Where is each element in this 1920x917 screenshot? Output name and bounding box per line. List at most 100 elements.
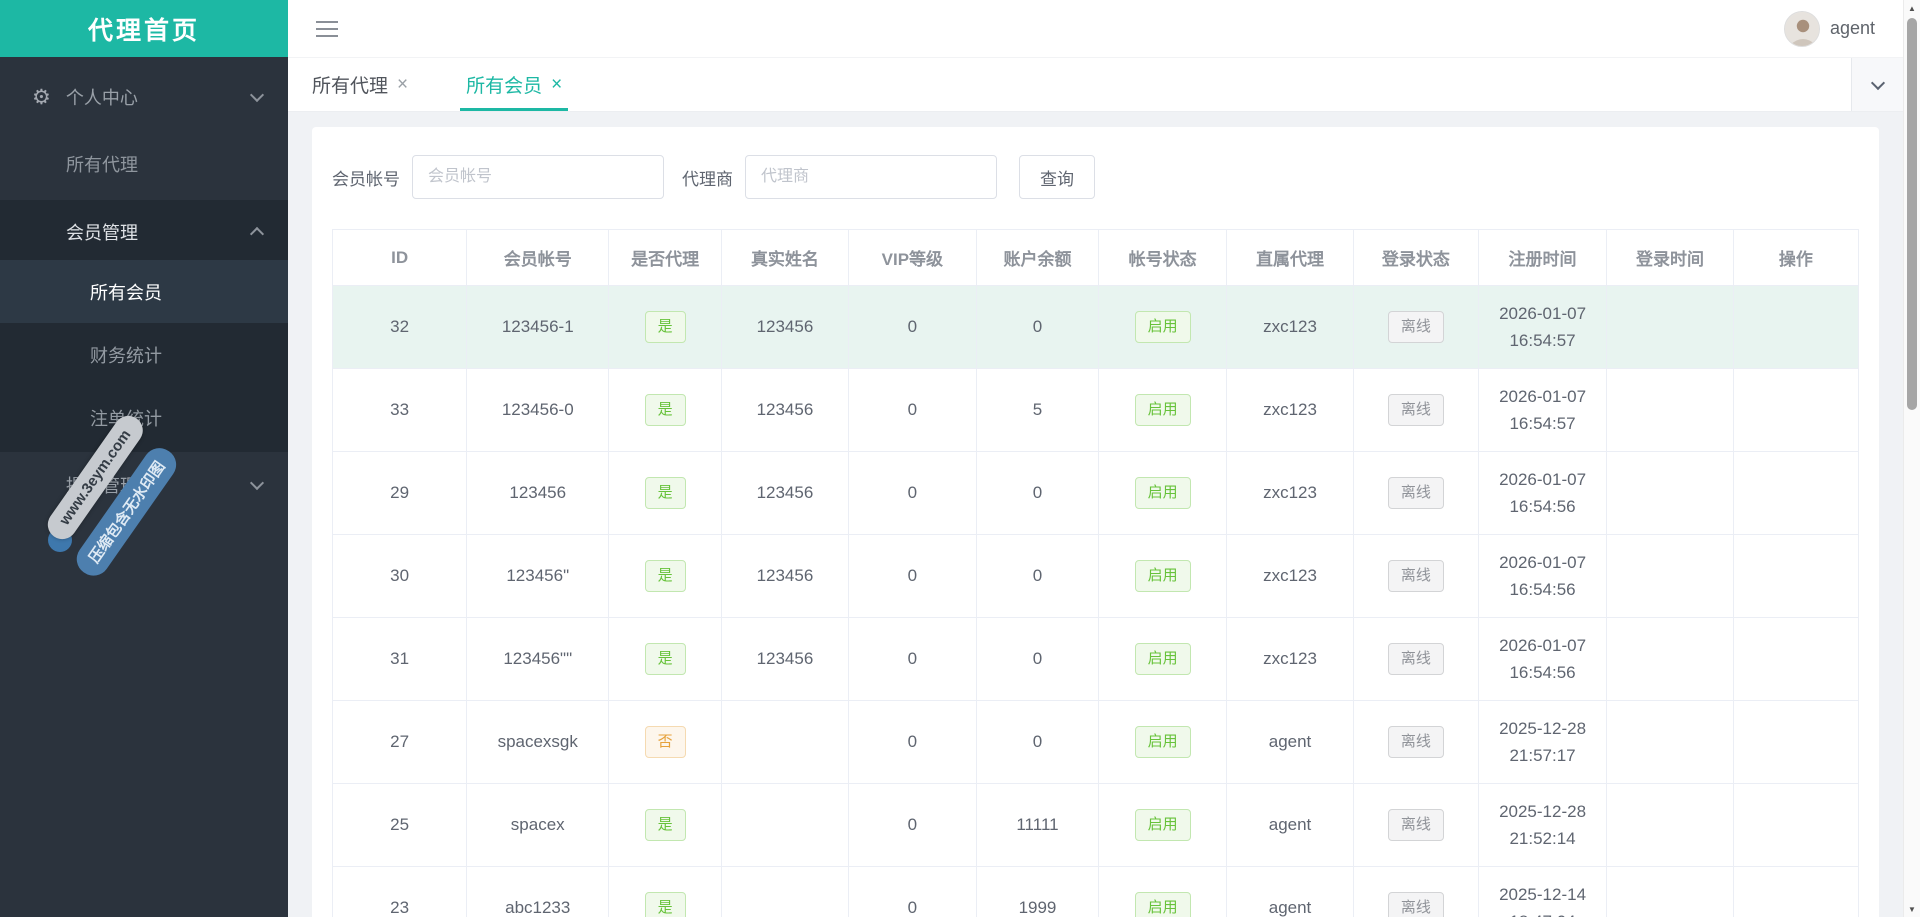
sidebar-item-personal-center[interactable]: ⚙ 个人中心: [0, 69, 288, 125]
cell-register-time: 2026-01-07 16:54:56: [1478, 618, 1606, 701]
table-row[interactable]: 27 spacexsgk 否 0 0 启用 agent 离线 2025-12-2…: [333, 701, 1859, 784]
cell-real-name: 123456: [722, 369, 849, 452]
filter-bar: 会员帐号 代理商 查询: [332, 155, 1859, 199]
column-header: 直属代理: [1227, 230, 1354, 286]
cell-member-account: 123456: [467, 452, 609, 535]
login-status-badge: 离线: [1388, 643, 1444, 676]
status-badge: 启用: [1135, 477, 1191, 510]
chevron-down-icon: [250, 88, 264, 102]
cell-id: 31: [333, 618, 467, 701]
table-row[interactable]: 31 123456"" 是 123456 0 0 启用 zxc123 离线 20…: [333, 618, 1859, 701]
cell-register-time: 2026-01-07 16:54:56: [1478, 452, 1606, 535]
sidebar-item-all-members[interactable]: 所有会员: [0, 260, 288, 323]
agent-input[interactable]: [745, 155, 997, 199]
cell-member-account: spacexsgk: [467, 701, 609, 784]
table-row[interactable]: 25 spacex 是 0 11111 启用 agent 离线 2025-12-…: [333, 784, 1859, 867]
column-header: 真实姓名: [722, 230, 849, 286]
scrollbar-down-arrow[interactable]: ▼: [1904, 901, 1920, 917]
cell-operations: [1733, 535, 1858, 618]
cell-id: 29: [333, 452, 467, 535]
chevron-down-icon: [1870, 75, 1884, 89]
tab-label: 所有会员: [466, 71, 542, 98]
status-badge: 启用: [1135, 394, 1191, 427]
table-row[interactable]: 33 123456-0 是 123456 0 5 启用 zxc123 离线 20…: [333, 369, 1859, 452]
table-row[interactable]: 30 123456" 是 123456 0 0 启用 zxc123 离线 202…: [333, 535, 1859, 618]
cell-register-time: 2026-01-07 16:54:57: [1478, 369, 1606, 452]
gear-icon: ⚙: [32, 85, 51, 110]
sidebar-item-member-management[interactable]: 会员管理: [0, 204, 288, 260]
tab-all-agents[interactable]: 所有代理 ×: [306, 58, 414, 111]
cell-operations: [1733, 701, 1858, 784]
hamburger-menu-icon[interactable]: [316, 16, 338, 42]
cell-balance: 0: [976, 452, 1098, 535]
cell-id: 32: [333, 286, 467, 369]
content-area: 会员帐号 代理商 查询 ID会员帐号是否代理真实姓名VIP等级账户余额帐号状态直…: [288, 113, 1903, 917]
sidebar-item-bet-stats[interactable]: 注单统计: [0, 386, 288, 449]
cell-operations: [1733, 286, 1858, 369]
cell-real-name: [722, 867, 849, 917]
sidebar-item-label: 会员管理: [66, 219, 138, 245]
status-badge: 启用: [1135, 311, 1191, 344]
table-row[interactable]: 32 123456-1 是 123456 0 0 启用 zxc123 离线 20…: [333, 286, 1859, 369]
cell-operations: [1733, 452, 1858, 535]
cell-id: 27: [333, 701, 467, 784]
member-account-input[interactable]: [412, 155, 664, 199]
sidebar-item-finance-stats[interactable]: 财务统计: [0, 323, 288, 386]
column-header: 操作: [1733, 230, 1858, 286]
cell-member-account: abc1233: [467, 867, 609, 917]
cell-is-agent: 是: [609, 369, 722, 452]
cell-vip-level: 0: [848, 452, 976, 535]
cell-login-time: [1607, 452, 1734, 535]
scrollbar-thumb[interactable]: [1907, 18, 1917, 410]
username-label: agent: [1830, 18, 1875, 39]
status-badge: 启用: [1135, 643, 1191, 676]
cell-real-name: 123456: [722, 618, 849, 701]
cell-vip-level: 0: [848, 286, 976, 369]
column-header: 登录状态: [1353, 230, 1478, 286]
cell-is-agent: 是: [609, 535, 722, 618]
cell-real-name: [722, 784, 849, 867]
cell-account-status: 启用: [1099, 618, 1227, 701]
column-header: 账户余额: [976, 230, 1098, 286]
column-header: 是否代理: [609, 230, 722, 286]
cell-operations: [1733, 867, 1858, 917]
sidebar-item-label: 个人中心: [66, 84, 138, 110]
cell-vip-level: 0: [848, 369, 976, 452]
cell-login-status: 离线: [1353, 701, 1478, 784]
login-status-badge: 离线: [1388, 892, 1444, 917]
cell-operations: [1733, 369, 1858, 452]
close-icon[interactable]: ×: [551, 74, 562, 96]
cell-login-time: [1607, 784, 1734, 867]
cell-member-account: 123456"": [467, 618, 609, 701]
is-agent-badge: 是: [645, 311, 686, 344]
table-row[interactable]: 23 abc1233 是 0 1999 启用 agent 离线 2025-12-…: [333, 867, 1859, 917]
cell-member-account: spacex: [467, 784, 609, 867]
table-body: 32 123456-1 是 123456 0 0 启用 zxc123 离线 20…: [333, 286, 1859, 917]
cell-parent-agent: agent: [1227, 867, 1354, 917]
is-agent-badge: 是: [645, 643, 686, 676]
cell-login-status: 离线: [1353, 286, 1478, 369]
table-row[interactable]: 29 123456 是 123456 0 0 启用 zxc123 离线 2026…: [333, 452, 1859, 535]
cell-vip-level: 0: [848, 784, 976, 867]
sidebar-item-all-agents[interactable]: 所有代理: [0, 136, 288, 192]
cell-member-account: 123456": [467, 535, 609, 618]
chevron-up-icon: [250, 227, 264, 241]
cell-balance: 1999: [976, 867, 1098, 917]
close-icon[interactable]: ×: [397, 74, 408, 96]
cell-account-status: 启用: [1099, 867, 1227, 917]
cell-balance: 5: [976, 369, 1098, 452]
tab-all-members[interactable]: 所有会员 ×: [460, 58, 568, 111]
search-button[interactable]: 查询: [1019, 155, 1095, 199]
cell-member-account: 123456-1: [467, 286, 609, 369]
sidebar: 代理首页 ⚙ 个人中心 所有代理 会员管理 所有会员 财务统计 注单统计 提现管…: [0, 0, 288, 917]
cell-real-name: 123456: [722, 452, 849, 535]
cell-id: 30: [333, 535, 467, 618]
tab-bar: 所有代理 × 所有会员 ×: [288, 57, 1903, 112]
user-menu[interactable]: agent: [1784, 11, 1875, 47]
scrollbar-up-arrow[interactable]: ▲: [1904, 0, 1920, 16]
login-status-badge: 离线: [1388, 311, 1444, 344]
tab-actions-dropdown[interactable]: [1851, 58, 1903, 111]
cell-account-status: 启用: [1099, 369, 1227, 452]
cell-parent-agent: agent: [1227, 701, 1354, 784]
cell-balance: 0: [976, 286, 1098, 369]
